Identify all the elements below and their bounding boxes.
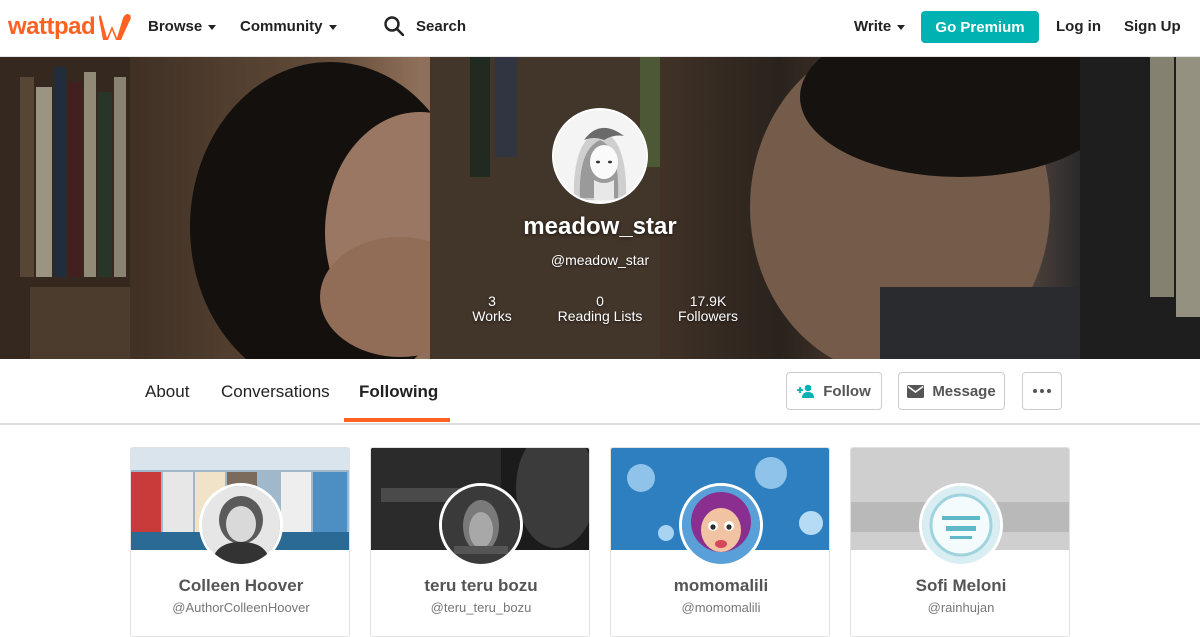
stat-label: Reading Lists [557, 308, 643, 324]
ellipsis-icon [1033, 389, 1051, 393]
tab-about[interactable]: About [145, 382, 189, 402]
active-tab-indicator [344, 418, 450, 422]
write-label: Write [854, 18, 892, 35]
browse-label: Browse [148, 18, 203, 35]
add-user-icon [797, 384, 815, 398]
community-menu[interactable]: Community [240, 18, 337, 35]
follow-button[interactable]: Follow [786, 372, 882, 410]
message-button[interactable]: Message [898, 372, 1005, 410]
chevron-down-icon [208, 25, 217, 30]
card-name[interactable]: momomalili [611, 576, 829, 596]
logo-text: wattpad [8, 13, 96, 40]
card-handle: @AuthorColleenHoover [172, 600, 310, 615]
stat-value: 0 [596, 293, 604, 309]
profile-header: meadow_star @meadow_star 3 Works 0 Readi… [0, 57, 1200, 359]
go-premium-button[interactable]: Go Premium [921, 11, 1039, 43]
message-label: Message [932, 382, 996, 400]
stat-label: Works [472, 308, 512, 324]
stat-label: Followers [678, 308, 738, 324]
top-nav: wattpad Browse Community Search Write Go… [0, 0, 1200, 57]
avatar [679, 483, 763, 567]
tab-following[interactable]: Following [359, 382, 438, 402]
signup-link[interactable]: Sign Up [1124, 18, 1181, 35]
profile-handle: @meadow_star [550, 252, 650, 268]
following-card[interactable]: teru teru bozu @teru_teru_bozu [370, 447, 590, 637]
card-name[interactable]: Sofi Meloni [851, 576, 1069, 596]
chevron-down-icon [897, 25, 906, 30]
card-handle: @rainhujan [927, 600, 995, 615]
follow-label: Follow [823, 382, 871, 400]
write-menu[interactable]: Write [854, 18, 906, 35]
avatar-illustration [554, 110, 646, 202]
following-card[interactable]: momomalili @momomalili [610, 447, 830, 637]
avatar [199, 483, 283, 567]
avatar [919, 483, 1003, 567]
avatar [552, 108, 648, 204]
wattpad-logo[interactable]: wattpad [8, 12, 133, 42]
avatar [439, 483, 523, 567]
more-options-button[interactable] [1022, 372, 1062, 410]
stat-value: 17.9K [689, 293, 727, 309]
search-icon [384, 16, 404, 36]
following-card[interactable]: Sofi Meloni @rainhujan [850, 447, 1070, 637]
card-name[interactable]: teru teru bozu [371, 576, 589, 596]
profile-tabs: About Conversations Following Follow Mes… [0, 359, 1200, 425]
card-name[interactable]: Colleen Hoover [131, 576, 349, 596]
envelope-icon [907, 384, 925, 398]
following-card[interactable]: Colleen Hoover @AuthorColleenHoover [130, 447, 350, 637]
card-handle: @momomalili [681, 600, 761, 615]
search-bar[interactable]: Search [384, 16, 466, 36]
chevron-down-icon [328, 25, 337, 30]
stat-reading-lists[interactable]: 0 Reading Lists [552, 294, 648, 324]
login-link[interactable]: Log in [1056, 18, 1101, 35]
community-label: Community [240, 18, 323, 35]
logo-w-icon [99, 14, 131, 40]
browse-menu[interactable]: Browse [148, 18, 217, 35]
card-handle: @teru_teru_bozu [430, 600, 532, 615]
stat-works[interactable]: 3 Works [466, 294, 518, 324]
search-input[interactable]: Search [416, 18, 466, 35]
stat-followers[interactable]: 17.9K Followers [674, 294, 742, 324]
tab-conversations[interactable]: Conversations [221, 382, 330, 402]
stat-value: 3 [488, 293, 496, 309]
profile-username: meadow_star [523, 213, 677, 240]
